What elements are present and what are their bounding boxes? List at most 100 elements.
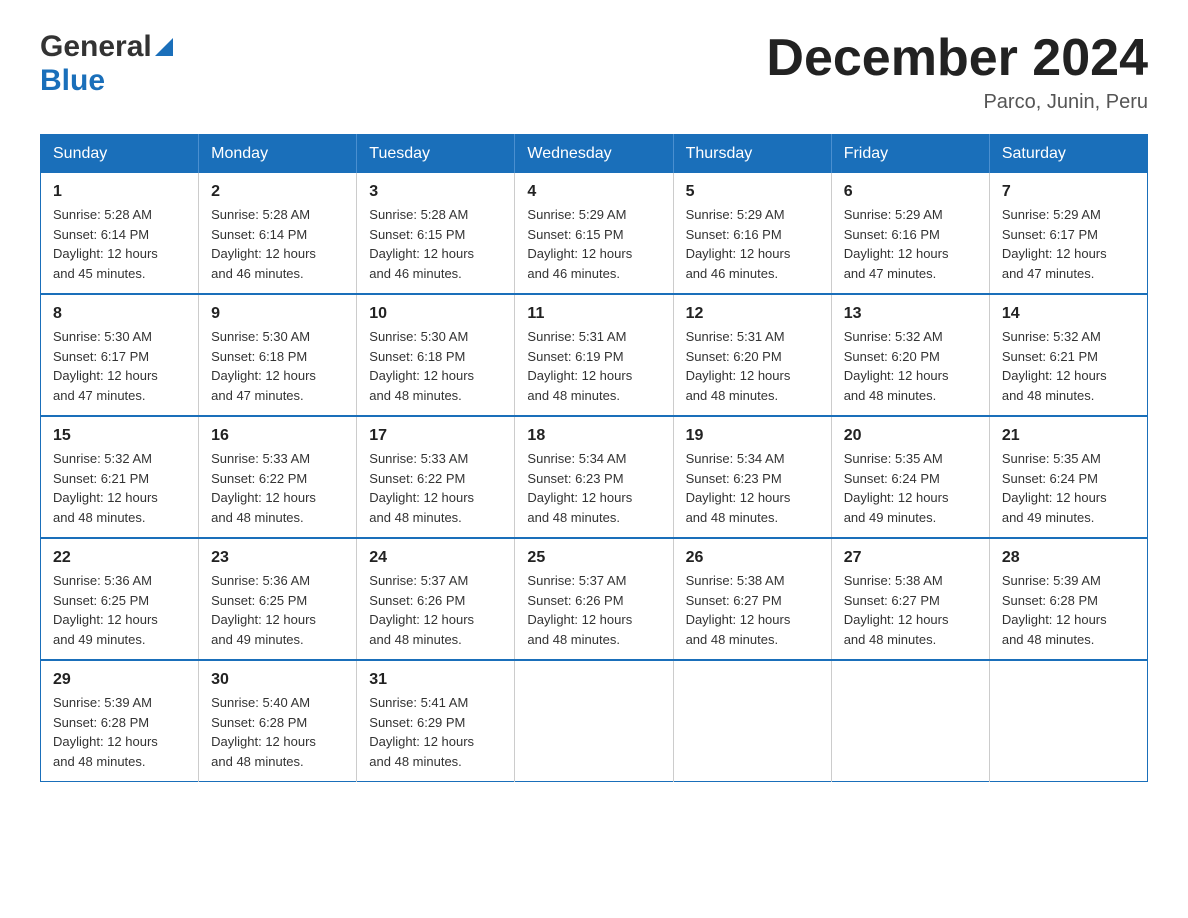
table-row: 13 Sunrise: 5:32 AMSunset: 6:20 PMDaylig… [831,294,989,416]
day-number: 16 [211,427,344,445]
table-row: 18 Sunrise: 5:34 AMSunset: 6:23 PMDaylig… [515,416,673,538]
day-detail: Sunrise: 5:33 AMSunset: 6:22 PMDaylight:… [211,451,316,525]
logo-blue-text: Blue [40,64,105,98]
day-detail: Sunrise: 5:30 AMSunset: 6:17 PMDaylight:… [53,329,158,403]
day-number: 5 [686,183,819,201]
day-number: 22 [53,549,186,567]
day-detail: Sunrise: 5:28 AMSunset: 6:15 PMDaylight:… [369,207,474,281]
day-number: 10 [369,305,502,323]
day-detail: Sunrise: 5:39 AMSunset: 6:28 PMDaylight:… [1002,573,1107,647]
table-row: 27 Sunrise: 5:38 AMSunset: 6:27 PMDaylig… [831,538,989,660]
day-detail: Sunrise: 5:28 AMSunset: 6:14 PMDaylight:… [211,207,316,281]
table-row: 7 Sunrise: 5:29 AMSunset: 6:17 PMDayligh… [989,173,1147,294]
day-detail: Sunrise: 5:28 AMSunset: 6:14 PMDaylight:… [53,207,158,281]
table-row [989,660,1147,782]
day-number: 2 [211,183,344,201]
day-number: 31 [369,671,502,689]
day-number: 9 [211,305,344,323]
table-row: 14 Sunrise: 5:32 AMSunset: 6:21 PMDaylig… [989,294,1147,416]
day-detail: Sunrise: 5:32 AMSunset: 6:20 PMDaylight:… [844,329,949,403]
title-block: December 2024 Parco, Junin, Peru [766,30,1148,114]
day-number: 25 [527,549,660,567]
day-number: 21 [1002,427,1135,445]
day-detail: Sunrise: 5:29 AMSunset: 6:16 PMDaylight:… [844,207,949,281]
col-wednesday: Wednesday [515,135,673,174]
table-row: 22 Sunrise: 5:36 AMSunset: 6:25 PMDaylig… [41,538,199,660]
day-detail: Sunrise: 5:30 AMSunset: 6:18 PMDaylight:… [211,329,316,403]
table-row: 29 Sunrise: 5:39 AMSunset: 6:28 PMDaylig… [41,660,199,782]
day-detail: Sunrise: 5:29 AMSunset: 6:15 PMDaylight:… [527,207,632,281]
table-row: 16 Sunrise: 5:33 AMSunset: 6:22 PMDaylig… [199,416,357,538]
day-detail: Sunrise: 5:40 AMSunset: 6:28 PMDaylight:… [211,695,316,769]
day-detail: Sunrise: 5:33 AMSunset: 6:22 PMDaylight:… [369,451,474,525]
day-number: 3 [369,183,502,201]
day-detail: Sunrise: 5:29 AMSunset: 6:16 PMDaylight:… [686,207,791,281]
col-saturday: Saturday [989,135,1147,174]
table-row: 12 Sunrise: 5:31 AMSunset: 6:20 PMDaylig… [673,294,831,416]
day-number: 27 [844,549,977,567]
day-number: 19 [686,427,819,445]
day-number: 12 [686,305,819,323]
calendar-week-row: 15 Sunrise: 5:32 AMSunset: 6:21 PMDaylig… [41,416,1148,538]
table-row: 4 Sunrise: 5:29 AMSunset: 6:15 PMDayligh… [515,173,673,294]
calendar-week-row: 1 Sunrise: 5:28 AMSunset: 6:14 PMDayligh… [41,173,1148,294]
table-row: 21 Sunrise: 5:35 AMSunset: 6:24 PMDaylig… [989,416,1147,538]
day-detail: Sunrise: 5:41 AMSunset: 6:29 PMDaylight:… [369,695,474,769]
col-friday: Friday [831,135,989,174]
day-number: 14 [1002,305,1135,323]
day-detail: Sunrise: 5:34 AMSunset: 6:23 PMDaylight:… [527,451,632,525]
day-number: 20 [844,427,977,445]
col-sunday: Sunday [41,135,199,174]
table-row: 31 Sunrise: 5:41 AMSunset: 6:29 PMDaylig… [357,660,515,782]
table-row: 1 Sunrise: 5:28 AMSunset: 6:14 PMDayligh… [41,173,199,294]
table-row: 25 Sunrise: 5:37 AMSunset: 6:26 PMDaylig… [515,538,673,660]
table-row: 3 Sunrise: 5:28 AMSunset: 6:15 PMDayligh… [357,173,515,294]
table-row: 26 Sunrise: 5:38 AMSunset: 6:27 PMDaylig… [673,538,831,660]
day-number: 1 [53,183,186,201]
day-number: 29 [53,671,186,689]
table-row: 30 Sunrise: 5:40 AMSunset: 6:28 PMDaylig… [199,660,357,782]
day-number: 7 [1002,183,1135,201]
day-detail: Sunrise: 5:34 AMSunset: 6:23 PMDaylight:… [686,451,791,525]
table-row: 19 Sunrise: 5:34 AMSunset: 6:23 PMDaylig… [673,416,831,538]
table-row: 20 Sunrise: 5:35 AMSunset: 6:24 PMDaylig… [831,416,989,538]
day-detail: Sunrise: 5:35 AMSunset: 6:24 PMDaylight:… [1002,451,1107,525]
logo-line2: Blue [40,64,105,98]
calendar-week-row: 22 Sunrise: 5:36 AMSunset: 6:25 PMDaylig… [41,538,1148,660]
col-tuesday: Tuesday [357,135,515,174]
day-number: 11 [527,305,660,323]
table-row: 5 Sunrise: 5:29 AMSunset: 6:16 PMDayligh… [673,173,831,294]
day-number: 4 [527,183,660,201]
logo-line1: General [40,30,173,64]
day-number: 28 [1002,549,1135,567]
day-detail: Sunrise: 5:38 AMSunset: 6:27 PMDaylight:… [686,573,791,647]
logo: General Blue [40,30,173,98]
calendar-week-row: 8 Sunrise: 5:30 AMSunset: 6:17 PMDayligh… [41,294,1148,416]
day-detail: Sunrise: 5:35 AMSunset: 6:24 PMDaylight:… [844,451,949,525]
day-detail: Sunrise: 5:31 AMSunset: 6:20 PMDaylight:… [686,329,791,403]
day-number: 17 [369,427,502,445]
day-detail: Sunrise: 5:31 AMSunset: 6:19 PMDaylight:… [527,329,632,403]
table-row: 11 Sunrise: 5:31 AMSunset: 6:19 PMDaylig… [515,294,673,416]
day-number: 30 [211,671,344,689]
calendar-week-row: 29 Sunrise: 5:39 AMSunset: 6:28 PMDaylig… [41,660,1148,782]
location: Parco, Junin, Peru [766,91,1148,114]
table-row: 24 Sunrise: 5:37 AMSunset: 6:26 PMDaylig… [357,538,515,660]
table-row [673,660,831,782]
day-detail: Sunrise: 5:36 AMSunset: 6:25 PMDaylight:… [53,573,158,647]
day-number: 26 [686,549,819,567]
table-row [831,660,989,782]
day-number: 24 [369,549,502,567]
table-row: 9 Sunrise: 5:30 AMSunset: 6:18 PMDayligh… [199,294,357,416]
day-detail: Sunrise: 5:39 AMSunset: 6:28 PMDaylight:… [53,695,158,769]
col-thursday: Thursday [673,135,831,174]
col-monday: Monday [199,135,357,174]
calendar-table: Sunday Monday Tuesday Wednesday Thursday… [40,134,1148,782]
day-detail: Sunrise: 5:32 AMSunset: 6:21 PMDaylight:… [53,451,158,525]
page-header: General Blue December 2024 Parco, Junin,… [40,30,1148,114]
table-row: 28 Sunrise: 5:39 AMSunset: 6:28 PMDaylig… [989,538,1147,660]
table-row [515,660,673,782]
table-row: 2 Sunrise: 5:28 AMSunset: 6:14 PMDayligh… [199,173,357,294]
day-detail: Sunrise: 5:37 AMSunset: 6:26 PMDaylight:… [369,573,474,647]
day-number: 18 [527,427,660,445]
